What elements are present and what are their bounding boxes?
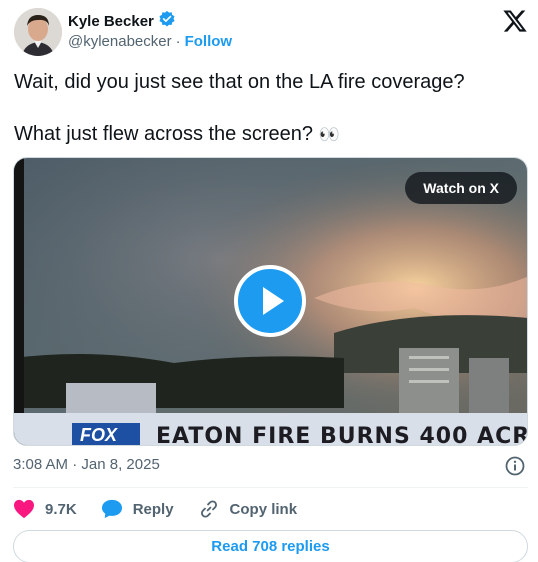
x-logo-icon[interactable] xyxy=(502,8,528,34)
copy-link-label: Copy link xyxy=(229,500,298,518)
fox-logo: FOX xyxy=(72,423,140,445)
verified-badge-icon xyxy=(158,10,176,33)
reply-bubble-icon xyxy=(101,499,122,519)
play-icon xyxy=(263,287,284,315)
divider xyxy=(13,487,528,488)
author-handle-row: @kylenabecker · Follow xyxy=(68,33,232,50)
heart-icon xyxy=(14,499,34,519)
tweet-line-2-text: What just flew across the screen? xyxy=(14,123,314,145)
info-icon[interactable] xyxy=(504,455,526,477)
like-count: 9.7K xyxy=(45,500,77,518)
tweet-line-1: Wait, did you just see that on the LA fi… xyxy=(14,71,465,93)
reply-label: Reply xyxy=(132,500,174,518)
action-bar: 9.7K Reply Copy link xyxy=(13,496,321,522)
author-handle[interactable]: @kylenabecker xyxy=(68,33,172,50)
timestamp-separator: · xyxy=(72,456,78,473)
tweet-line-2: What just flew across the screen? 👀 xyxy=(14,121,524,148)
tweet-header: Kyle Becker @kylenabecker · Follow xyxy=(14,6,528,58)
avatar[interactable] xyxy=(14,8,62,56)
tweet-date: Jan 8, 2025 xyxy=(81,456,160,473)
ticker-text: EATON FIRE BURNS 400 ACRES IN A xyxy=(156,424,527,445)
tweet-time: 3:08 AM xyxy=(13,456,69,473)
author-name-row: Kyle Becker xyxy=(68,10,176,33)
reply-button[interactable]: Reply xyxy=(101,499,174,519)
link-icon xyxy=(200,500,217,518)
like-button[interactable]: 9.7K xyxy=(13,499,77,519)
video-media[interactable]: Watch on X FOX EATON FIRE BURNS 400 ACRE… xyxy=(13,157,528,446)
eyes-emoji: 👀 xyxy=(318,125,340,144)
read-replies-button[interactable]: Read 708 replies xyxy=(13,530,528,562)
handle-separator: · xyxy=(175,33,181,50)
watch-on-x-button[interactable]: Watch on X xyxy=(405,172,517,204)
author-name[interactable]: Kyle Becker xyxy=(68,13,154,30)
copy-link-button[interactable]: Copy link xyxy=(198,498,298,520)
tweet-timestamp[interactable]: 3:08 AM · Jan 8, 2025 xyxy=(13,456,160,473)
follow-button[interactable]: Follow xyxy=(185,33,233,50)
news-ticker: FOX EATON FIRE BURNS 400 ACRES IN A xyxy=(14,423,527,445)
play-button[interactable] xyxy=(234,265,306,337)
